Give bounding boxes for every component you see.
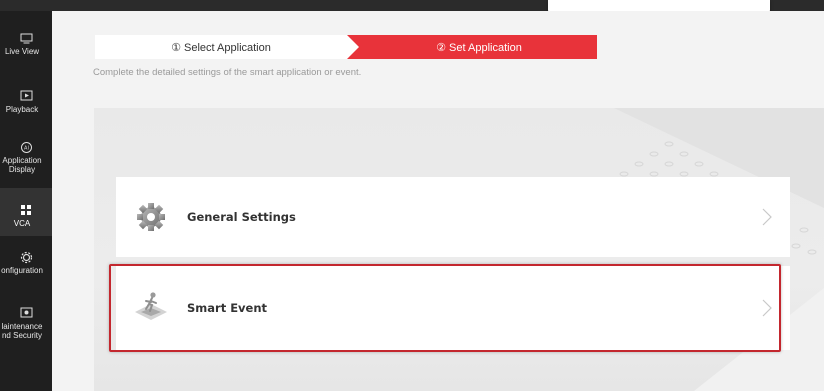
sidebar: Live View Playback AI Application Displa… bbox=[0, 11, 52, 391]
general-settings-card[interactable]: General Settings bbox=[116, 177, 790, 257]
sidebar-item-playback[interactable]: Playback bbox=[0, 89, 52, 125]
sidebar-item-label: onfiguration bbox=[1, 266, 43, 275]
sidebar-item-live-view[interactable]: Live View bbox=[0, 31, 52, 71]
svg-text:AI: AI bbox=[24, 145, 29, 151]
card-title: General Settings bbox=[187, 210, 296, 224]
smart-event-card[interactable]: Smart Event bbox=[116, 266, 790, 350]
step-progress: ① Select Application ② Set Application bbox=[95, 35, 597, 59]
chevron-right-icon bbox=[762, 208, 772, 226]
shield-icon bbox=[18, 306, 34, 320]
chevron-right-icon bbox=[762, 299, 772, 317]
sidebar-item-vca[interactable]: VCA bbox=[0, 188, 52, 236]
gear-icon bbox=[18, 250, 34, 264]
sidebar-item-application-display[interactable]: AI Application Display bbox=[0, 140, 52, 184]
sidebar-item-label: VCA bbox=[13, 219, 31, 228]
sidebar-item-maintenance-security[interactable]: laintenance nd Security bbox=[0, 306, 52, 350]
step-select-application[interactable]: ① Select Application bbox=[95, 35, 359, 59]
sidebar-item-label: Application Display bbox=[2, 156, 42, 174]
instruction-text: Complete the detailed settings of the sm… bbox=[93, 67, 362, 78]
grid-icon bbox=[18, 203, 34, 217]
gear-icon bbox=[134, 200, 168, 234]
ai-icon: AI bbox=[18, 140, 34, 154]
card-title: Smart Event bbox=[187, 301, 268, 315]
step-label: ① Select Application bbox=[171, 41, 271, 54]
play-icon bbox=[18, 89, 34, 103]
monitor-icon bbox=[18, 31, 34, 45]
sidebar-item-label: Live View bbox=[4, 47, 40, 56]
sidebar-item-label: laintenance nd Security bbox=[1, 322, 43, 340]
sidebar-item-configuration[interactable]: onfiguration bbox=[0, 250, 52, 286]
sidebar-item-label: Playback bbox=[5, 105, 39, 114]
step-set-application: ② Set Application bbox=[347, 35, 597, 59]
smart-event-icon bbox=[134, 290, 168, 324]
step-label: ② Set Application bbox=[436, 41, 522, 54]
